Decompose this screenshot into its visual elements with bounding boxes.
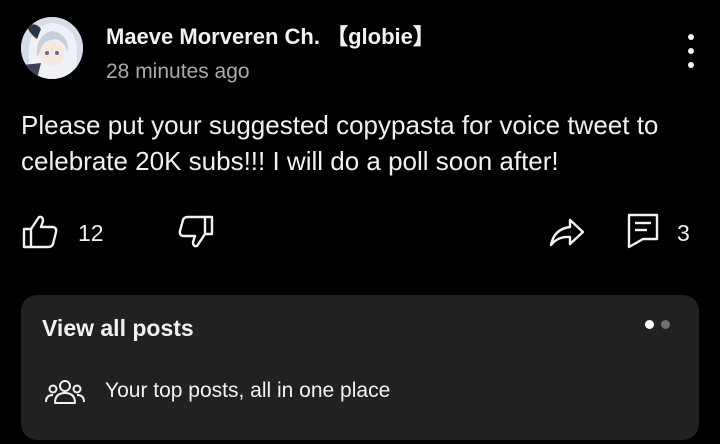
page-indicator [645,320,670,329]
like-count: 12 [78,220,104,246]
post-author-name[interactable]: Maeve Morveren Ch. 【globie】 [106,19,435,51]
post-text: Please put your suggested copypasta for … [21,110,659,176]
page-dot-active [645,320,654,329]
thumb-up-icon[interactable] [21,214,59,250]
post-timestamp: 28 minutes ago [106,60,250,83]
thumb-down-icon[interactable] [178,214,214,250]
avatar[interactable] [21,17,83,79]
card-subtitle: Your top posts, all in one place [105,379,391,402]
comment-icon[interactable] [626,212,660,250]
card-title: View all posts [42,315,194,341]
view-all-posts-card[interactable]: View all posts Your top posts, all in on… [21,295,699,440]
page-dot-inactive [661,320,670,329]
share-icon[interactable] [548,214,586,250]
more-vert-icon[interactable] [680,34,702,68]
people-icon [45,380,85,404]
comment-count: 3 [677,220,690,246]
